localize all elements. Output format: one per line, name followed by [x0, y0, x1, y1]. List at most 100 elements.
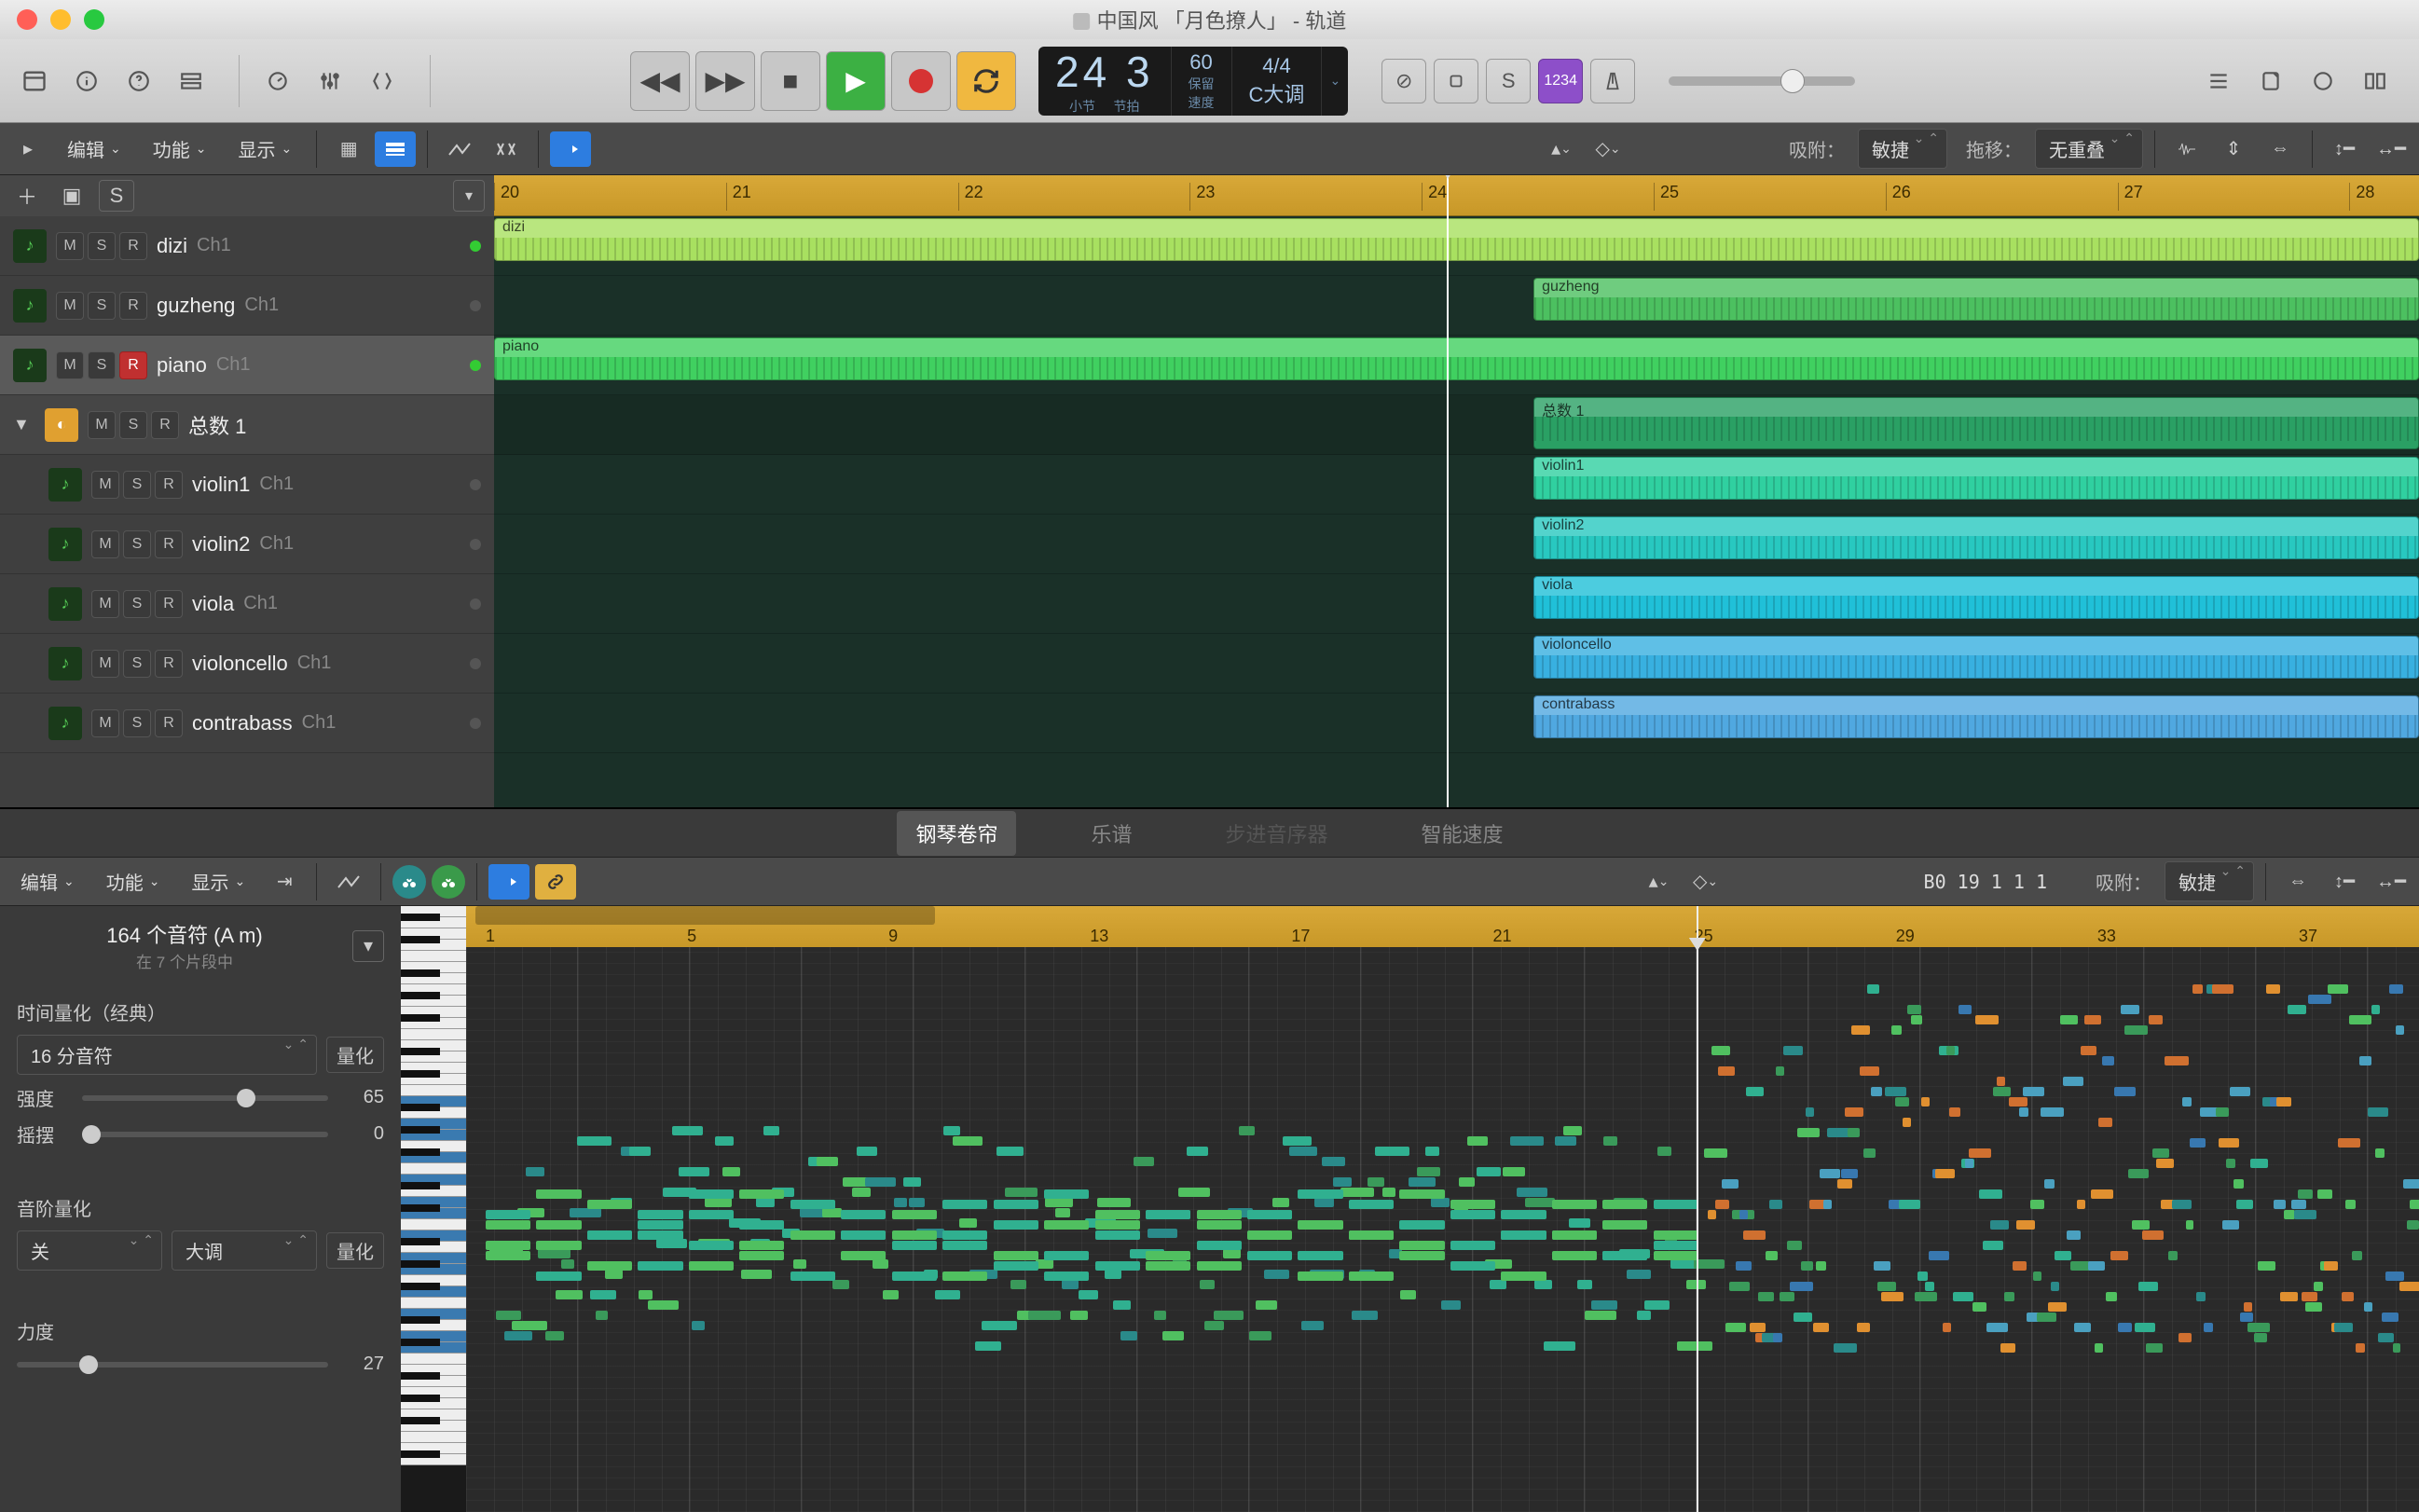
drag-select[interactable]: 无重叠: [2035, 129, 2143, 169]
midi-note[interactable]: [1148, 1229, 1176, 1238]
midi-note[interactable]: [2074, 1323, 2091, 1332]
midi-note[interactable]: [2212, 984, 2233, 994]
midi-note[interactable]: [852, 1188, 871, 1197]
midi-note[interactable]: [1780, 1292, 1794, 1301]
lcd-tempo[interactable]: 60: [1189, 50, 1212, 75]
midi-note[interactable]: [1965, 1159, 1973, 1168]
midi-note[interactable]: [2063, 1077, 2083, 1086]
midi-note[interactable]: [1935, 1169, 1954, 1178]
midi-note[interactable]: [2044, 1179, 2055, 1189]
midi-note[interactable]: [486, 1251, 530, 1260]
region-violin1[interactable]: violin1: [1533, 457, 2419, 500]
midi-note[interactable]: [2382, 1313, 2398, 1322]
region-piano[interactable]: piano: [494, 337, 2419, 380]
midi-note[interactable]: [2142, 1230, 2164, 1240]
midi-note[interactable]: [596, 1311, 608, 1320]
midi-note[interactable]: [1375, 1147, 1409, 1156]
midi-note[interactable]: [1005, 1188, 1038, 1197]
midi-note[interactable]: [756, 1198, 775, 1207]
midi-note[interactable]: [2156, 1159, 2174, 1168]
midi-note[interactable]: [1657, 1147, 1671, 1156]
track-solo-button[interactable]: S: [88, 292, 116, 320]
record-enable-button[interactable]: R: [119, 292, 147, 320]
midi-note[interactable]: [1223, 1249, 1241, 1258]
midi-note[interactable]: [2121, 1005, 2138, 1014]
midi-note[interactable]: [1563, 1126, 1582, 1135]
midi-note[interactable]: [1247, 1251, 1292, 1260]
midi-note[interactable]: [1915, 1292, 1938, 1301]
midi-note[interactable]: [2324, 1261, 2338, 1271]
track-solo-button[interactable]: S: [123, 471, 151, 499]
midi-note[interactable]: [2037, 1313, 2056, 1322]
pointer-tool-button[interactable]: ▴⌄: [1541, 131, 1582, 167]
midi-note[interactable]: [857, 1147, 877, 1156]
midi-note[interactable]: [689, 1210, 734, 1219]
help-button[interactable]: [114, 56, 164, 106]
midi-note[interactable]: [1450, 1200, 1495, 1209]
midi-note[interactable]: [1368, 1177, 1384, 1187]
midi-note[interactable]: [2102, 1056, 2114, 1065]
midi-note[interactable]: [2106, 1292, 2118, 1301]
midi-note[interactable]: [1577, 1280, 1592, 1289]
horizontal-zoom-button[interactable]: ⇔: [2260, 131, 2301, 167]
midi-note[interactable]: [1349, 1271, 1394, 1281]
midi-note[interactable]: [1301, 1321, 1324, 1330]
midi-note[interactable]: [942, 1200, 987, 1209]
lcd-signature[interactable]: 4/4: [1262, 54, 1291, 78]
midi-note[interactable]: [672, 1126, 703, 1135]
midi-note[interactable]: [1333, 1177, 1353, 1187]
midi-note[interactable]: [1746, 1087, 1764, 1096]
midi-note[interactable]: [2233, 1179, 2244, 1189]
midi-note[interactable]: [1715, 1200, 1729, 1209]
window-close-button[interactable]: [17, 9, 37, 30]
midi-note[interactable]: [2375, 1148, 2385, 1158]
midi-note[interactable]: [1806, 1107, 1814, 1117]
scale-mode-select[interactable]: 大调: [172, 1230, 317, 1271]
midi-note[interactable]: [2023, 1087, 2044, 1096]
midi-note[interactable]: [2016, 1220, 2035, 1230]
midi-note[interactable]: [1399, 1189, 1444, 1199]
midi-note[interactable]: [561, 1259, 574, 1269]
functions-menu[interactable]: 功能⌄: [140, 130, 220, 168]
midi-note[interactable]: [2334, 1323, 2352, 1332]
midi-note[interactable]: [1857, 1323, 1871, 1332]
lcd-bar[interactable]: 24: [1055, 48, 1110, 96]
midi-note[interactable]: [1399, 1241, 1444, 1250]
midi-note[interactable]: [2067, 1230, 2081, 1240]
midi-note[interactable]: [1602, 1220, 1647, 1230]
midi-note[interactable]: [2407, 1220, 2419, 1230]
midi-note[interactable]: [1591, 1300, 1616, 1310]
midi-note[interactable]: [942, 1230, 987, 1240]
midi-note[interactable]: [1848, 1128, 1860, 1137]
midi-note[interactable]: [2095, 1343, 2103, 1353]
list-view-button[interactable]: [375, 131, 416, 167]
midi-note[interactable]: [1949, 1107, 1959, 1117]
mute-button[interactable]: M: [88, 411, 116, 439]
midi-note[interactable]: [639, 1290, 653, 1299]
midi-note[interactable]: [1816, 1261, 1825, 1271]
midi-note[interactable]: [1352, 1311, 1377, 1320]
midi-note[interactable]: [1627, 1270, 1651, 1279]
midi-note[interactable]: [739, 1241, 784, 1250]
pr-pencil-tool[interactable]: ◇⌄: [1685, 864, 1726, 900]
midi-note[interactable]: [2110, 1251, 2128, 1260]
midi-note[interactable]: [2359, 1056, 2371, 1065]
midi-note[interactable]: [1283, 1136, 1313, 1146]
midi-note[interactable]: [994, 1261, 1038, 1271]
midi-note[interactable]: [1797, 1128, 1820, 1137]
snap-select[interactable]: 敏捷: [1858, 129, 1947, 169]
midi-note[interactable]: [1907, 1005, 1921, 1014]
midi-note[interactable]: [2342, 1292, 2354, 1301]
midi-note[interactable]: [715, 1136, 734, 1146]
arrange-area[interactable]: 202122232425262728 diziguzhengpiano总数 1v…: [494, 175, 2419, 807]
view-menu[interactable]: 显示⌄: [225, 130, 305, 168]
midi-note[interactable]: [2364, 1302, 2372, 1312]
record-enable-button[interactable]: R: [119, 351, 147, 379]
pr-automation-button[interactable]: [328, 864, 369, 900]
midi-note[interactable]: [1637, 1311, 1652, 1320]
track-header-piano[interactable]: ♪MSRpianoCh1: [0, 336, 494, 395]
midi-note[interactable]: [892, 1230, 937, 1240]
region-总数 1[interactable]: 总数 1: [1533, 397, 2419, 449]
midi-note[interactable]: [1729, 1282, 1750, 1291]
midi-note[interactable]: [1860, 1066, 1879, 1076]
